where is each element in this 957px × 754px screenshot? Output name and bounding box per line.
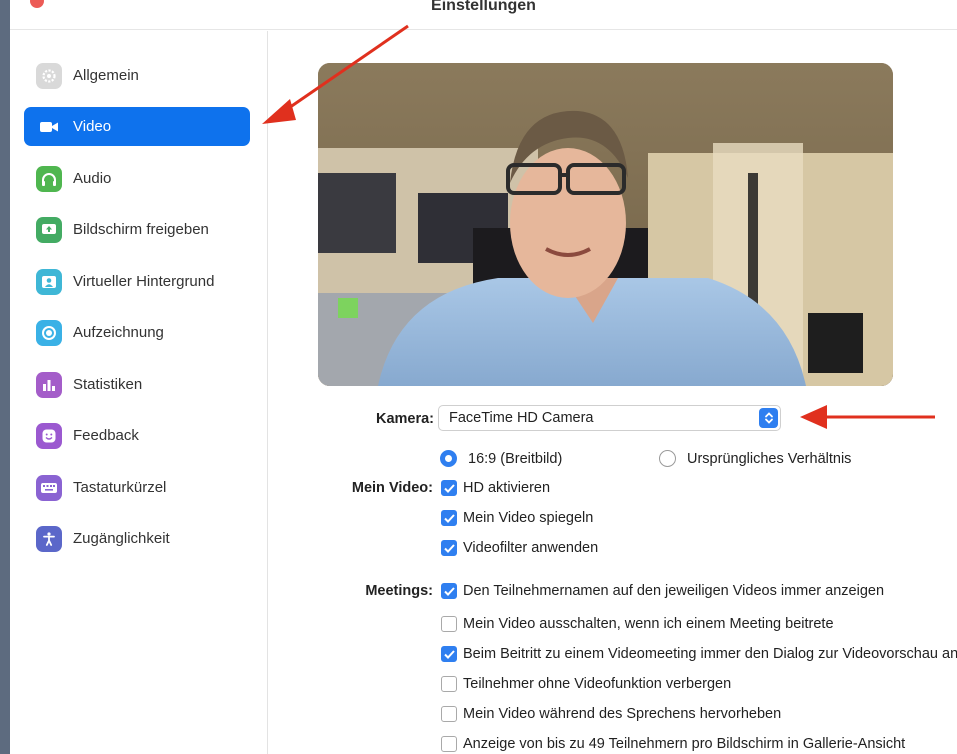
arrow-to-camera-icon [800, 405, 935, 429]
arrow-to-video-icon [262, 24, 409, 124]
annotation-arrows [262, 24, 935, 429]
